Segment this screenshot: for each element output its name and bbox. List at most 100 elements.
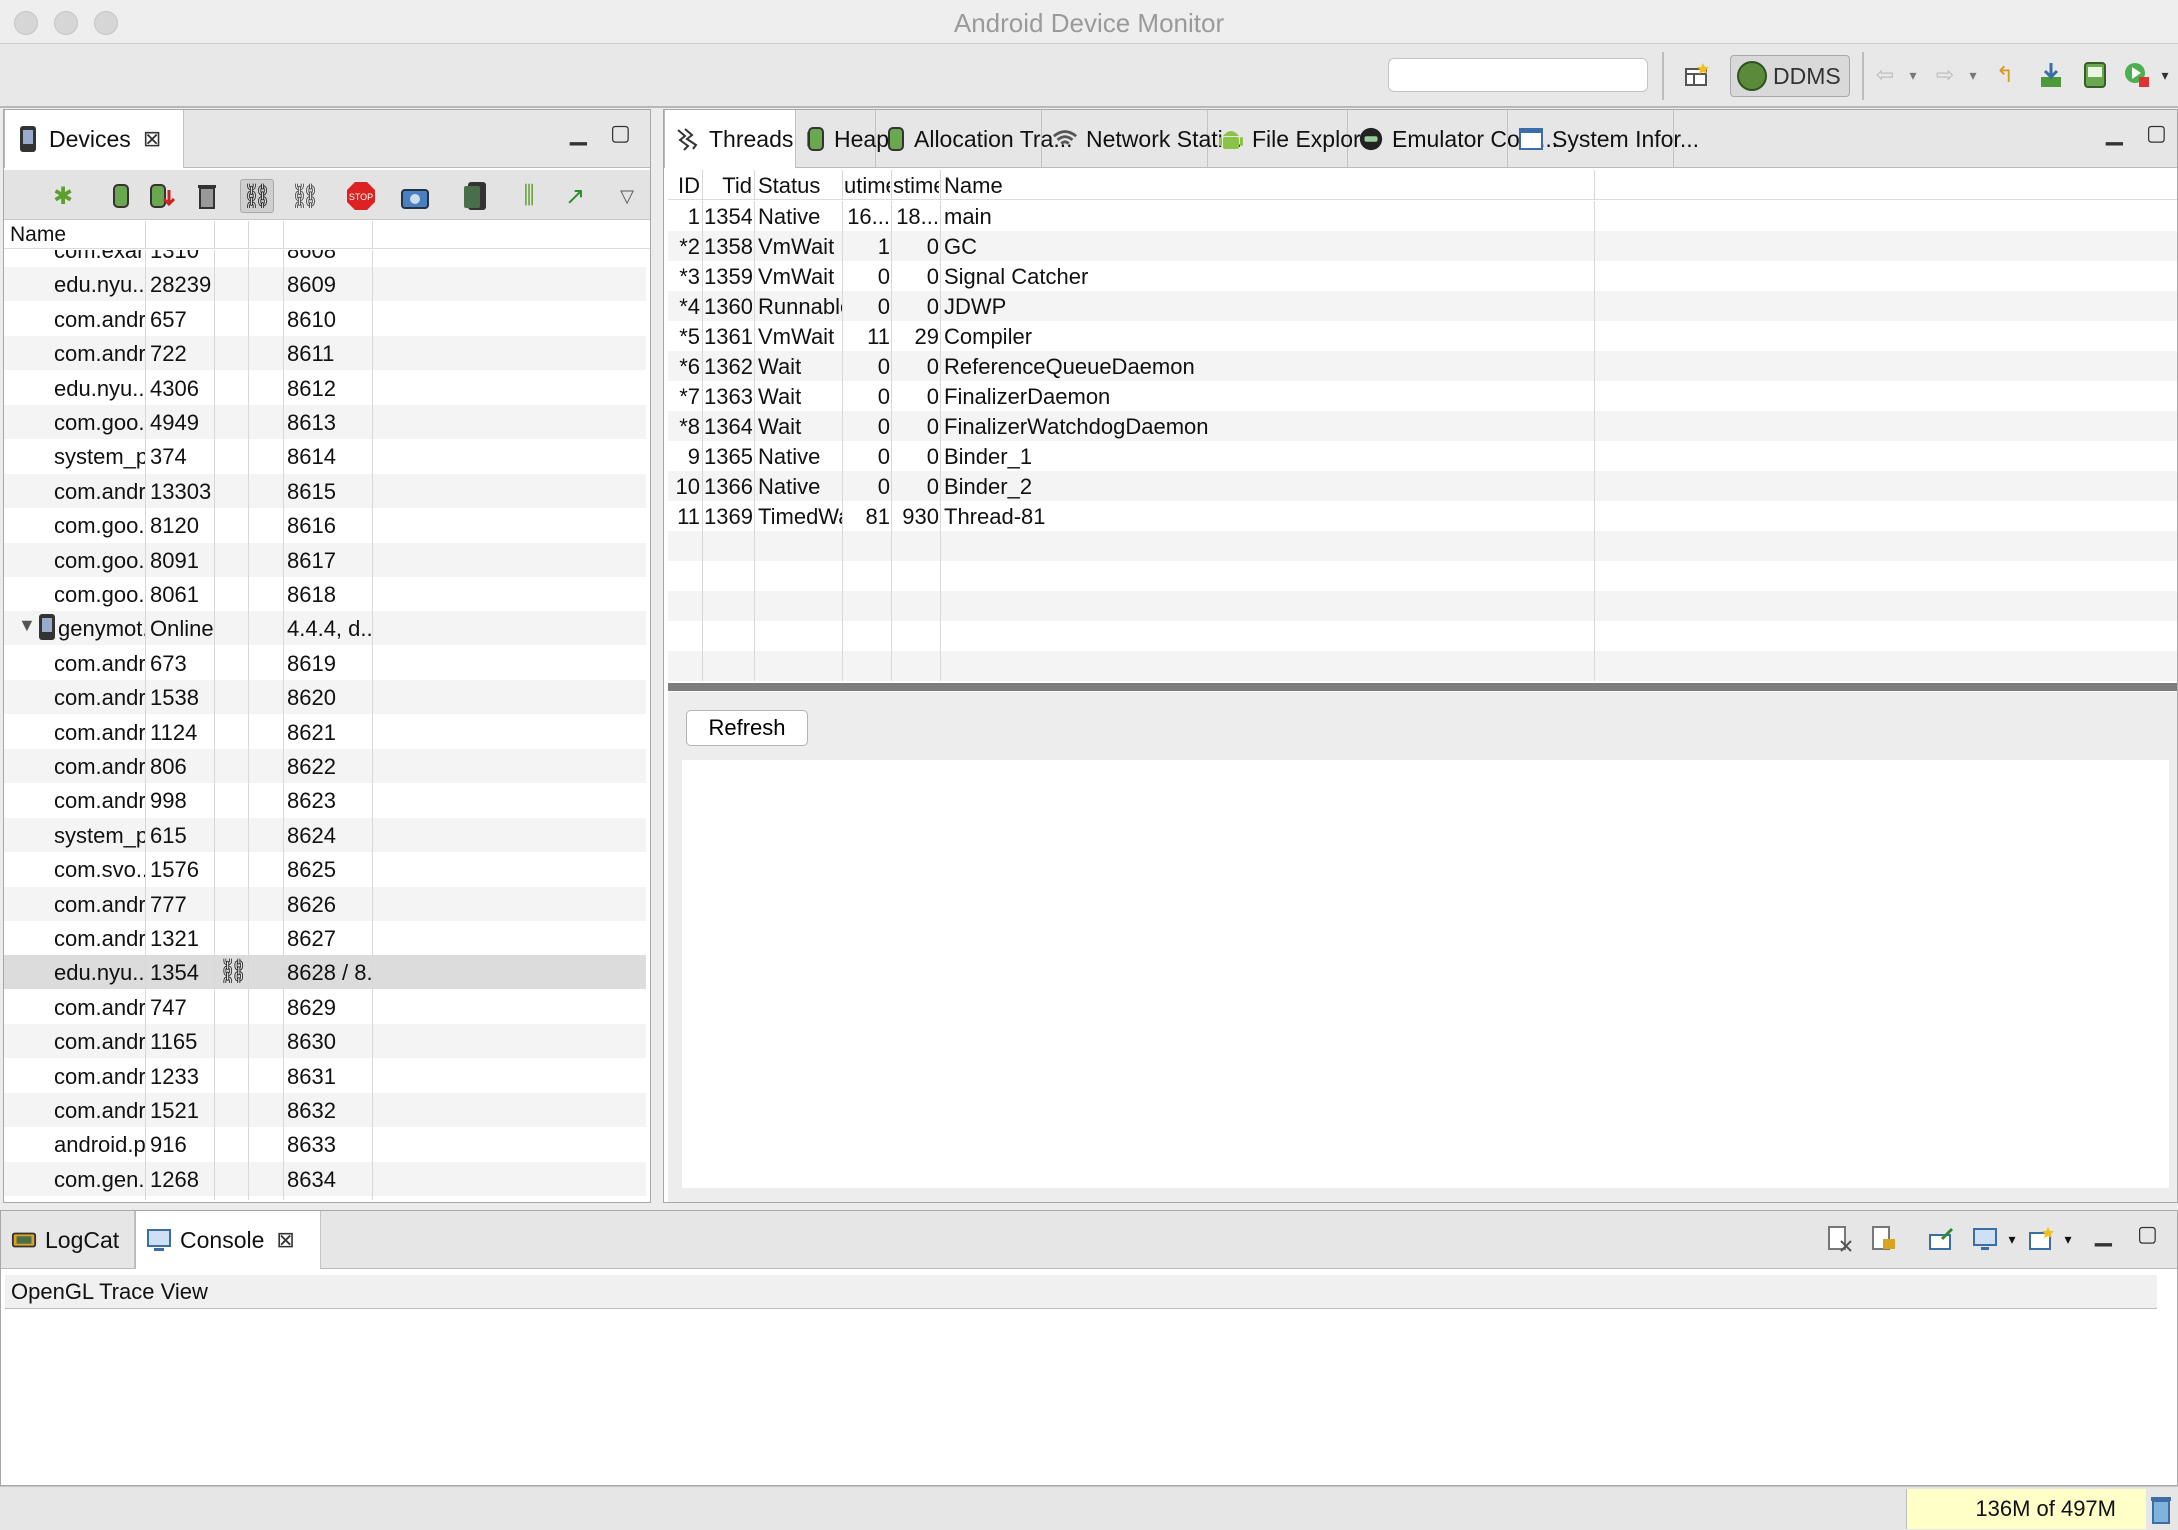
- stop-process-icon[interactable]: STOP: [344, 179, 378, 213]
- column-id-header[interactable]: ID: [674, 173, 700, 199]
- close-tab-icon[interactable]: ⊠: [143, 126, 161, 152]
- quick-access-input[interactable]: [1388, 58, 1648, 92]
- device-icon[interactable]: [2080, 60, 2110, 90]
- tab-network-statistics[interactable]: Network Stati...: [1042, 110, 1242, 168]
- download-icon[interactable]: [2036, 60, 2066, 90]
- opengl-trace-icon[interactable]: ↗: [558, 179, 592, 213]
- chevron-down-icon[interactable]: ▾: [2051, 1221, 2085, 1257]
- tab-console[interactable]: Console ⊠: [135, 1211, 321, 1269]
- column-status-header[interactable]: Status: [758, 173, 820, 199]
- thread-row[interactable]: 1 1354 Native 16... 18... main: [668, 201, 2177, 231]
- open-perspective-icon[interactable]: [1682, 60, 1712, 90]
- column-utime-header[interactable]: utime: [844, 173, 890, 199]
- chevron-down-icon[interactable]: ▾: [2150, 60, 2178, 90]
- run-icon[interactable]: [2122, 60, 2152, 90]
- process-row[interactable]: system_p...615 8624: [4, 817, 646, 852]
- thread-row[interactable]: [668, 531, 2177, 561]
- close-tab-icon[interactable]: ⊠: [276, 1227, 294, 1253]
- maximize-icon[interactable]: ▢: [610, 120, 631, 146]
- process-row[interactable]: com.andr...1538 8620: [4, 680, 646, 715]
- process-row[interactable]: android.p...916 8633: [4, 1127, 646, 1161]
- device-row[interactable]: ▼ genymot...Online 4.4.4, d...: [4, 611, 646, 646]
- last-edit-icon[interactable]: ↰: [1990, 60, 2020, 90]
- process-row[interactable]: com.exam... 1310 8608: [4, 250, 646, 267]
- cause-gc-icon[interactable]: [190, 179, 224, 213]
- thread-row[interactable]: [668, 621, 2177, 651]
- chevron-down-icon[interactable]: ▾: [1898, 60, 1928, 90]
- process-row[interactable]: com.andr...722 8611: [4, 336, 646, 371]
- process-row[interactable]: edu.nyu....1354 ⛓ 8628 / 8...: [4, 955, 646, 990]
- thread-row[interactable]: [668, 561, 2177, 591]
- thread-row[interactable]: *5 1361 VmWait 11 29 Compiler: [668, 321, 2177, 351]
- refresh-button[interactable]: Refresh: [686, 710, 808, 746]
- minimize-icon[interactable]: ▁: [2095, 1221, 2112, 1247]
- tab-system-information[interactable]: System Infor...: [1508, 110, 1699, 168]
- process-row[interactable]: com.goo...8061 8618: [4, 577, 646, 611]
- process-row[interactable]: com.andr...777 8626: [4, 886, 646, 921]
- thread-row[interactable]: *7 1363 Wait 0 0 FinalizerDaemon: [668, 381, 2177, 411]
- tab-threads[interactable]: Threads⊠: [664, 110, 824, 168]
- process-row[interactable]: com.gen...1268 8634: [4, 1161, 646, 1196]
- thread-row[interactable]: [668, 591, 2177, 621]
- dump-view-hierarchy-icon[interactable]: [458, 179, 492, 213]
- process-row[interactable]: system_p...374 8614: [4, 439, 646, 473]
- process-row[interactable]: com.andr...1521 8632: [4, 1093, 646, 1127]
- view-menu-icon[interactable]: ▽: [610, 179, 644, 213]
- process-row[interactable]: edu.nyu....4306 8612: [4, 371, 646, 405]
- process-row[interactable]: com.andr...1321 8627: [4, 921, 646, 955]
- pin-console-icon[interactable]: [1925, 1221, 1959, 1257]
- debug-icon[interactable]: ✱: [46, 179, 80, 213]
- maximize-icon[interactable]: ▢: [2146, 120, 2167, 146]
- thread-row[interactable]: *6 1362 Wait 0 0 ReferenceQueueDaemon: [668, 351, 2177, 381]
- process-row[interactable]: com.andr...806 8622: [4, 749, 646, 783]
- stack-trace-view[interactable]: [682, 760, 2169, 1188]
- tab-emulator-control[interactable]: Emulator Cont...: [1348, 110, 1558, 168]
- thread-row[interactable]: 10 1366 Native 0 0 Binder_2: [668, 471, 2177, 501]
- process-row[interactable]: com.andr...10778635: [4, 1196, 646, 1200]
- process-row[interactable]: com.andr...747 8629: [4, 990, 646, 1024]
- process-row[interactable]: com.andr...1124 8621: [4, 715, 646, 749]
- column-name-header[interactable]: Name: [10, 223, 66, 247]
- process-row[interactable]: com.andr...1165 8630: [4, 1024, 646, 1059]
- minimize-icon[interactable]: ▁: [2106, 120, 2123, 146]
- tab-android[interactable]: File Explorer: [1208, 110, 1381, 168]
- thread-row[interactable]: 9 1365 Native 0 0 Binder_1: [668, 441, 2177, 471]
- trash-icon[interactable]: [2150, 1495, 2174, 1525]
- clear-console-icon[interactable]: [1823, 1221, 1857, 1257]
- tab-logcat[interactable]: LogCat: [1, 1211, 135, 1269]
- minimize-icon[interactable]: ▁: [570, 120, 587, 146]
- chevron-down-icon[interactable]: ▾: [1958, 60, 1988, 90]
- expand-triangle-icon[interactable]: ▼: [18, 615, 36, 636]
- thread-row[interactable]: *2 1358 VmWait 1 0 GC: [668, 231, 2177, 261]
- process-row[interactable]: com.andr...998 8623: [4, 783, 646, 817]
- ddms-perspective-button[interactable]: DDMS: [1730, 55, 1850, 97]
- process-row[interactable]: com.andr...1233 8631: [4, 1059, 646, 1093]
- start-method-profiling-icon[interactable]: ⛓: [288, 179, 322, 213]
- update-heap-icon[interactable]: [104, 179, 138, 213]
- process-row[interactable]: edu.nyu....28239 8609: [4, 267, 646, 302]
- process-row[interactable]: com.andr...13303 8615: [4, 473, 646, 508]
- scroll-lock-icon[interactable]: [1867, 1221, 1901, 1257]
- back-nav-icon[interactable]: ⇦: [1870, 60, 1900, 90]
- process-row[interactable]: com.andr...673 8619: [4, 646, 646, 680]
- column-name-header[interactable]: Name: [944, 173, 1003, 199]
- dump-hprof-icon[interactable]: [146, 179, 180, 213]
- tab-heap[interactable]: Heap: [796, 110, 889, 168]
- threads-splitter[interactable]: [668, 683, 2177, 691]
- update-threads-icon[interactable]: ⛓: [240, 179, 274, 213]
- forward-nav-icon[interactable]: ⇨: [1930, 60, 1960, 90]
- thread-row[interactable]: *8 1364 Wait 0 0 FinalizerWatchdogDaemon: [668, 411, 2177, 441]
- systrace-icon[interactable]: ⫼: [512, 179, 546, 213]
- thread-row[interactable]: *3 1359 VmWait 0 0 Signal Catcher: [668, 261, 2177, 291]
- heap-status[interactable]: 136M of 497M: [1906, 1489, 2146, 1529]
- thread-row[interactable]: *41360Runnable00JDWP: [668, 291, 2177, 321]
- thread-row[interactable]: 111369TimedWait 81 930Thread-81: [668, 501, 2177, 531]
- process-row[interactable]: com.andr...657 8610: [4, 302, 646, 336]
- chevron-down-icon[interactable]: ▾: [1995, 1221, 2029, 1257]
- tab-allocation-tracker[interactable]: Allocation Tra...: [876, 110, 1073, 168]
- maximize-icon[interactable]: ▢: [2137, 1221, 2158, 1247]
- column-tid-header[interactable]: Tid: [704, 173, 752, 199]
- process-row[interactable]: com.goo...8120 8616: [4, 508, 646, 542]
- process-row[interactable]: com.svo... 1576 8625: [4, 852, 646, 886]
- screen-capture-icon[interactable]: [398, 179, 432, 213]
